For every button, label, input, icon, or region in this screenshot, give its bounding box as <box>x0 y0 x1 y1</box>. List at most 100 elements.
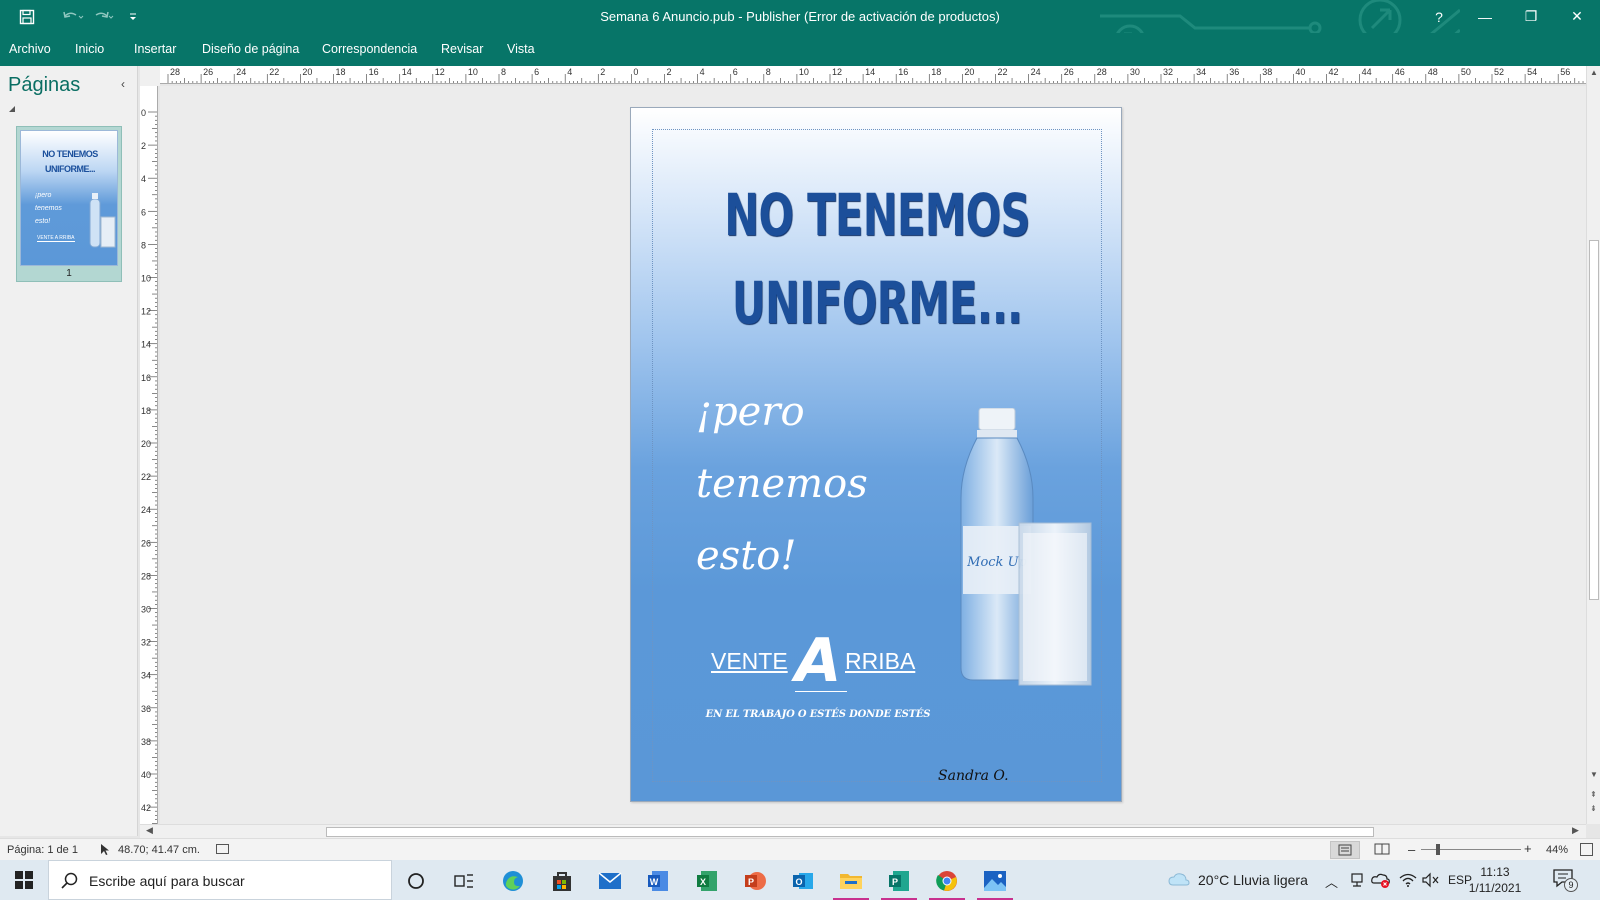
collapse-pane-button[interactable]: ‹ <box>121 77 125 91</box>
tab-correspondencia[interactable]: Correspondencia <box>322 38 417 60</box>
ruler-label: 8 <box>141 240 146 250</box>
photos-taskbar-button[interactable] <box>975 864 1015 900</box>
ruler-label: 48 <box>1428 67 1438 77</box>
ruler-label: 4 <box>567 67 572 77</box>
ruler-label: 40 <box>1295 67 1305 77</box>
wifi-icon[interactable] <box>1399 872 1417 888</box>
headline-text[interactable]: NO TENEMOS UNIFORME... <box>700 171 1054 347</box>
scroll-down-arrow-icon[interactable]: ▼ <box>1590 770 1598 779</box>
ruler-label: 42 <box>1329 67 1339 77</box>
page-indicator[interactable]: Página: 1 de 1 <box>7 844 78 856</box>
ruler-label: 28 <box>170 67 180 77</box>
ruler-label: 30 <box>141 605 151 615</box>
tray-chevron-up-icon[interactable]: ︿ <box>1325 872 1338 891</box>
mail-taskbar-button[interactable] <box>590 864 630 898</box>
tab-revisar[interactable]: Revisar <box>441 38 483 60</box>
ruler-corner[interactable] <box>140 66 160 86</box>
edge-taskbar-button[interactable] <box>493 864 533 898</box>
edge-icon <box>503 871 523 891</box>
notification-center-button[interactable]: 9 <box>1552 868 1582 894</box>
close-button[interactable]: ✕ <box>1554 0 1600 33</box>
vertical-scrollbar[interactable]: ▲ ▼ ⇞ ⇟ <box>1586 66 1600 824</box>
script-text[interactable]: ¡pero tenemos esto! <box>696 376 868 592</box>
signature-text[interactable]: Sandra O. <box>938 768 1009 784</box>
page-thumbnail[interactable]: NO TENEMOS UNIFORME... ¡pero tenemos est… <box>16 126 122 282</box>
zoom-level[interactable]: 44% <box>1546 844 1568 856</box>
two-page-icon <box>1374 843 1390 855</box>
publisher-taskbar-button[interactable]: P <box>879 864 919 900</box>
minimize-button[interactable]: — <box>1462 0 1508 33</box>
powerpoint-taskbar-button[interactable]: P <box>735 864 775 898</box>
svg-text:P: P <box>892 877 898 887</box>
ribbon-tabs: Archivo Inicio Insertar Diseño de página… <box>0 33 1600 66</box>
vertical-ruler[interactable]: 0 2 4 6 8 10 12 14 16 18 20 22 24 26 28 30 32 34 36 38 40 42 <box>140 86 158 824</box>
vente-arriba-logo[interactable]: VENTE A RRIBA <box>711 626 921 696</box>
fit-page-button[interactable] <box>1580 843 1593 856</box>
task-view-cortana-button[interactable] <box>396 864 436 898</box>
ruler-label: 12 <box>435 67 445 77</box>
arriba-word: RRIBA <box>845 648 916 674</box>
excel-taskbar-button[interactable]: X <box>687 864 727 898</box>
expand-triangle-icon[interactable] <box>9 106 15 112</box>
tab-diseno-de-pagina[interactable]: Diseño de página <box>202 38 299 60</box>
restore-button[interactable]: ❐ <box>1508 0 1554 33</box>
tab-inicio[interactable]: Inicio <box>75 38 104 60</box>
thumbnail-script-line: ¡pero <box>35 192 52 199</box>
previous-page-icon[interactable]: ⇞ <box>1590 790 1597 799</box>
thumbnail-script: ¡pero tenemos esto! <box>35 189 62 228</box>
ruler-label: 38 <box>141 737 151 747</box>
chrome-taskbar-button[interactable] <box>927 864 967 900</box>
ruler-label: 32 <box>1163 67 1173 77</box>
next-page-icon[interactable]: ⇟ <box>1590 804 1597 813</box>
tab-archivo[interactable]: Archivo <box>9 38 51 60</box>
vertical-scroll-thumb[interactable] <box>1589 240 1599 600</box>
volume-muted-icon[interactable] <box>1422 872 1440 888</box>
ruler-label: 22 <box>141 472 151 482</box>
ruler-label: 18 <box>336 67 346 77</box>
ruler-label: 10 <box>799 67 809 77</box>
single-page-icon <box>1338 844 1352 856</box>
meet-now-icon[interactable] <box>1350 872 1364 888</box>
ruler-label: 4 <box>700 67 705 77</box>
svg-text:W: W <box>650 877 659 887</box>
ruler-label: 46 <box>1395 67 1405 77</box>
tab-vista[interactable]: Vista <box>507 38 535 60</box>
store-taskbar-button[interactable] <box>542 864 582 898</box>
headline-line: NO TENEMOS <box>724 181 1030 249</box>
object-size-icon <box>216 844 229 854</box>
ruler-label: 6 <box>534 67 539 77</box>
ruler-label: 36 <box>1229 67 1239 77</box>
task-view-button[interactable] <box>444 864 484 898</box>
single-page-view-button[interactable] <box>1330 841 1360 859</box>
tab-insertar[interactable]: Insertar <box>134 38 176 60</box>
tagline-text[interactable]: EN EL TRABAJO O ESTÉS DONDE ESTÉS <box>631 709 1005 720</box>
word-taskbar-button[interactable]: W <box>638 864 678 898</box>
folder-icon <box>840 874 862 889</box>
zoom-slider-thumb[interactable] <box>1436 844 1440 855</box>
weather-text[interactable]: 20°C Lluvia ligera <box>1198 872 1308 888</box>
scroll-left-arrow-icon[interactable]: ◀ <box>146 825 153 836</box>
onedrive-error-icon[interactable] <box>1371 872 1391 888</box>
two-page-view-button[interactable] <box>1368 841 1398 859</box>
file-explorer-taskbar-button[interactable] <box>831 864 871 900</box>
system-clock[interactable]: 11:13 1/11/2021 <box>1460 864 1530 896</box>
water-bottle-image[interactable]: Mock Up <box>951 408 1101 693</box>
horizontal-scroll-thumb[interactable] <box>326 827 1374 837</box>
taskbar-search-box[interactable]: Escribe aquí para buscar <box>48 860 392 900</box>
document-page[interactable]: NO TENEMOS UNIFORME... ¡pero tenemos est… <box>630 107 1122 802</box>
thumbnail-headline-line: NO TENEMOS <box>42 149 98 159</box>
zoom-out-button[interactable]: – <box>1408 842 1415 857</box>
horizontal-scrollbar[interactable]: ◀ ▶ <box>140 824 1586 838</box>
help-button[interactable]: ? <box>1416 0 1462 33</box>
ruler-label: 26 <box>141 538 151 548</box>
scroll-right-arrow-icon[interactable]: ▶ <box>1572 825 1579 836</box>
start-button[interactable] <box>0 860 48 900</box>
ruler-label: 0 <box>633 67 638 77</box>
outlook-taskbar-button[interactable]: O <box>783 864 823 898</box>
zoom-in-button[interactable]: + <box>1524 841 1532 856</box>
horizontal-ruler[interactable]: 28 26 24 22 20 18 16 14 12 10 8 6 4 2 0 2 4 6 8 10 12 14 16 18 2… <box>160 66 1586 84</box>
notification-count: 9 <box>1564 878 1578 892</box>
chrome-icon <box>936 871 957 891</box>
svg-text:P: P <box>748 877 754 887</box>
scroll-up-arrow-icon[interactable]: ▲ <box>1590 68 1598 77</box>
